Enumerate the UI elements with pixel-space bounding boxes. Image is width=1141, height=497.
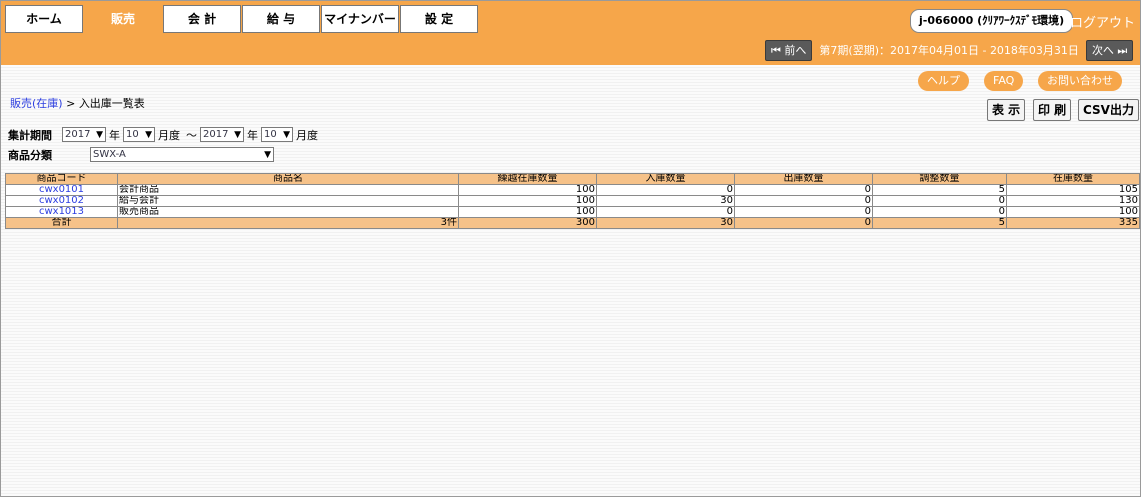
product-code-cell: cwx1013 [5,206,118,218]
breadcrumb: 販売(在庫) > 入出庫一覧表 [10,95,145,111]
filter-panel: 集計期間 2017 ▼ 年 10 ▼ 月度 ～ 2017 ▼ 年 10 ▼ 月度 商品分… [8,126,321,166]
total-label-cell: 合計 [5,217,118,229]
next-period-button[interactable]: 次へ ⏭ [1085,39,1134,61]
chevron-down-icon: ▼ [264,149,271,160]
prev-period-button[interactable]: ⏮ 前へ [765,39,813,61]
category-select[interactable]: SWX-A ▼ [90,147,274,162]
total-carryover-cell: 300 [458,217,597,229]
total-adjust-cell: 5 [872,217,1007,229]
in-qty-cell: 0 [596,184,735,196]
carryover-qty-cell: 100 [458,206,597,218]
month-unit-label: 月度 [158,128,180,142]
table-total-row: 合計 3件 300 30 0 5 335 [5,217,1140,229]
col-header-stock[interactable]: 在庫数量 [1006,173,1140,185]
period-filter-label: 集計期間 [8,128,52,142]
fiscal-period-bar: ⏮ 前へ 第7期(翌期)：2017年04月01日 - 2018年03月31日 次… [765,39,1134,61]
col-header-out[interactable]: 出庫数量 [734,173,873,185]
stock-qty-cell: 100 [1006,206,1140,218]
top-nav-bar: ホーム 販売 会 計 給 与 マイナンバー 設 定 j-066000 (ｸﾘｱﾜ… [1,1,1140,65]
total-in-cell: 30 [596,217,735,229]
print-button[interactable]: 印 刷 [1033,99,1072,121]
carryover-qty-cell: 100 [458,184,597,196]
month-unit-label: 月度 [296,128,318,142]
help-button[interactable]: ヘルプ [918,71,969,91]
product-name-cell: 会計商品 [117,184,459,196]
tab-accounting[interactable]: 会 計 [163,5,241,33]
show-button[interactable]: 表 示 [987,99,1026,121]
breadcrumb-separator: > [62,97,79,110]
table-header-row: 商品コード 商品名 繰越在庫数量 入庫数量 出庫数量 調整数量 在庫数量 [5,173,1140,185]
col-header-code[interactable]: 商品コード [5,173,118,185]
logout-link[interactable]: ログアウト [1070,12,1135,31]
product-name-cell: 販売商品 [117,206,459,218]
out-qty-cell: 0 [734,184,873,196]
fiscal-period-text: 第7期(翌期)：2017年04月01日 - 2018年03月31日 [819,44,1079,57]
period-filter-row: 集計期間 2017 ▼ 年 10 ▼ 月度 ～ 2017 ▼ 年 10 ▼ 月度 [8,126,321,143]
total-out-cell: 0 [734,217,873,229]
stock-qty-cell: 105 [1006,184,1140,196]
from-year-select[interactable]: 2017 ▼ [62,127,106,142]
total-count-cell: 3件 [117,217,459,229]
tab-sales[interactable]: 販売 [84,5,162,37]
in-qty-cell: 0 [596,206,735,218]
tab-settings[interactable]: 設 定 [400,5,478,33]
user-id-badge: j-066000 (ｸﾘｱﾜｰｸｽﾃﾞﾓ環境) [910,9,1074,33]
category-filter-label: 商品分類 [8,148,52,162]
breadcrumb-parent-link[interactable]: 販売(在庫) [10,97,63,110]
adjust-qty-cell: 5 [872,184,1007,196]
tab-payroll[interactable]: 給 与 [242,5,320,33]
breadcrumb-current: 入出庫一覧表 [78,97,145,110]
out-qty-cell: 0 [734,195,873,207]
chevron-down-icon: ▼ [145,129,152,140]
to-month-select[interactable]: 10 ▼ [261,127,293,142]
app-frame: ホーム 販売 会 計 給 与 マイナンバー 設 定 j-066000 (ｸﾘｱﾜ… [0,0,1141,497]
chevron-down-icon: ▼ [234,129,241,140]
chevron-down-icon: ▼ [283,129,290,140]
from-month-value: 10 [126,129,139,140]
product-name-cell: 給与会計 [117,195,459,207]
year-unit-label: 年 [247,128,258,142]
product-code-link[interactable]: cwx0101 [39,186,84,195]
tab-home[interactable]: ホーム [5,5,83,33]
to-month-value: 10 [264,129,277,140]
total-stock-cell: 335 [1006,217,1140,229]
col-header-adjust[interactable]: 調整数量 [872,173,1007,185]
product-code-cell: cwx0101 [5,184,118,196]
carryover-qty-cell: 100 [458,195,597,207]
col-header-carryover[interactable]: 繰越在庫数量 [458,173,597,185]
main-tabs: ホーム 販売 会 計 給 与 マイナンバー 設 定 [5,5,479,37]
adjust-qty-cell: 0 [872,195,1007,207]
to-year-select[interactable]: 2017 ▼ [200,127,244,142]
chevron-down-icon: ▼ [96,129,103,140]
in-qty-cell: 30 [596,195,735,207]
category-value: SWX-A [93,149,126,160]
stock-movement-table: 商品コード 商品名 繰越在庫数量 入庫数量 出庫数量 調整数量 在庫数量 cwx… [5,173,1140,229]
contact-button[interactable]: お問い合わせ [1038,71,1122,91]
col-header-in[interactable]: 入庫数量 [596,173,735,185]
product-code-link[interactable]: cwx1013 [39,208,84,217]
tab-my-number[interactable]: マイナンバー [321,5,399,33]
table-row: cwx0101 会計商品 100 0 0 5 105 [5,184,1140,196]
col-header-name[interactable]: 商品名 [117,173,459,185]
table-row: cwx0102 給与会計 100 30 0 0 130 [5,195,1140,207]
year-unit-label: 年 [109,128,120,142]
stock-qty-cell: 130 [1006,195,1140,207]
range-tilde: ～ [186,128,197,142]
adjust-qty-cell: 0 [872,206,1007,218]
category-filter-row: 商品分類 SWX-A ▼ [8,146,321,163]
faq-button[interactable]: FAQ [984,71,1024,91]
out-qty-cell: 0 [734,206,873,218]
product-code-cell: cwx0102 [5,195,118,207]
product-code-link[interactable]: cwx0102 [39,197,84,206]
csv-export-button[interactable]: CSV出力 [1078,99,1139,121]
to-year-value: 2017 [203,129,229,140]
from-month-select[interactable]: 10 ▼ [123,127,155,142]
from-year-value: 2017 [65,129,91,140]
table-row: cwx1013 販売商品 100 0 0 0 100 [5,206,1140,218]
